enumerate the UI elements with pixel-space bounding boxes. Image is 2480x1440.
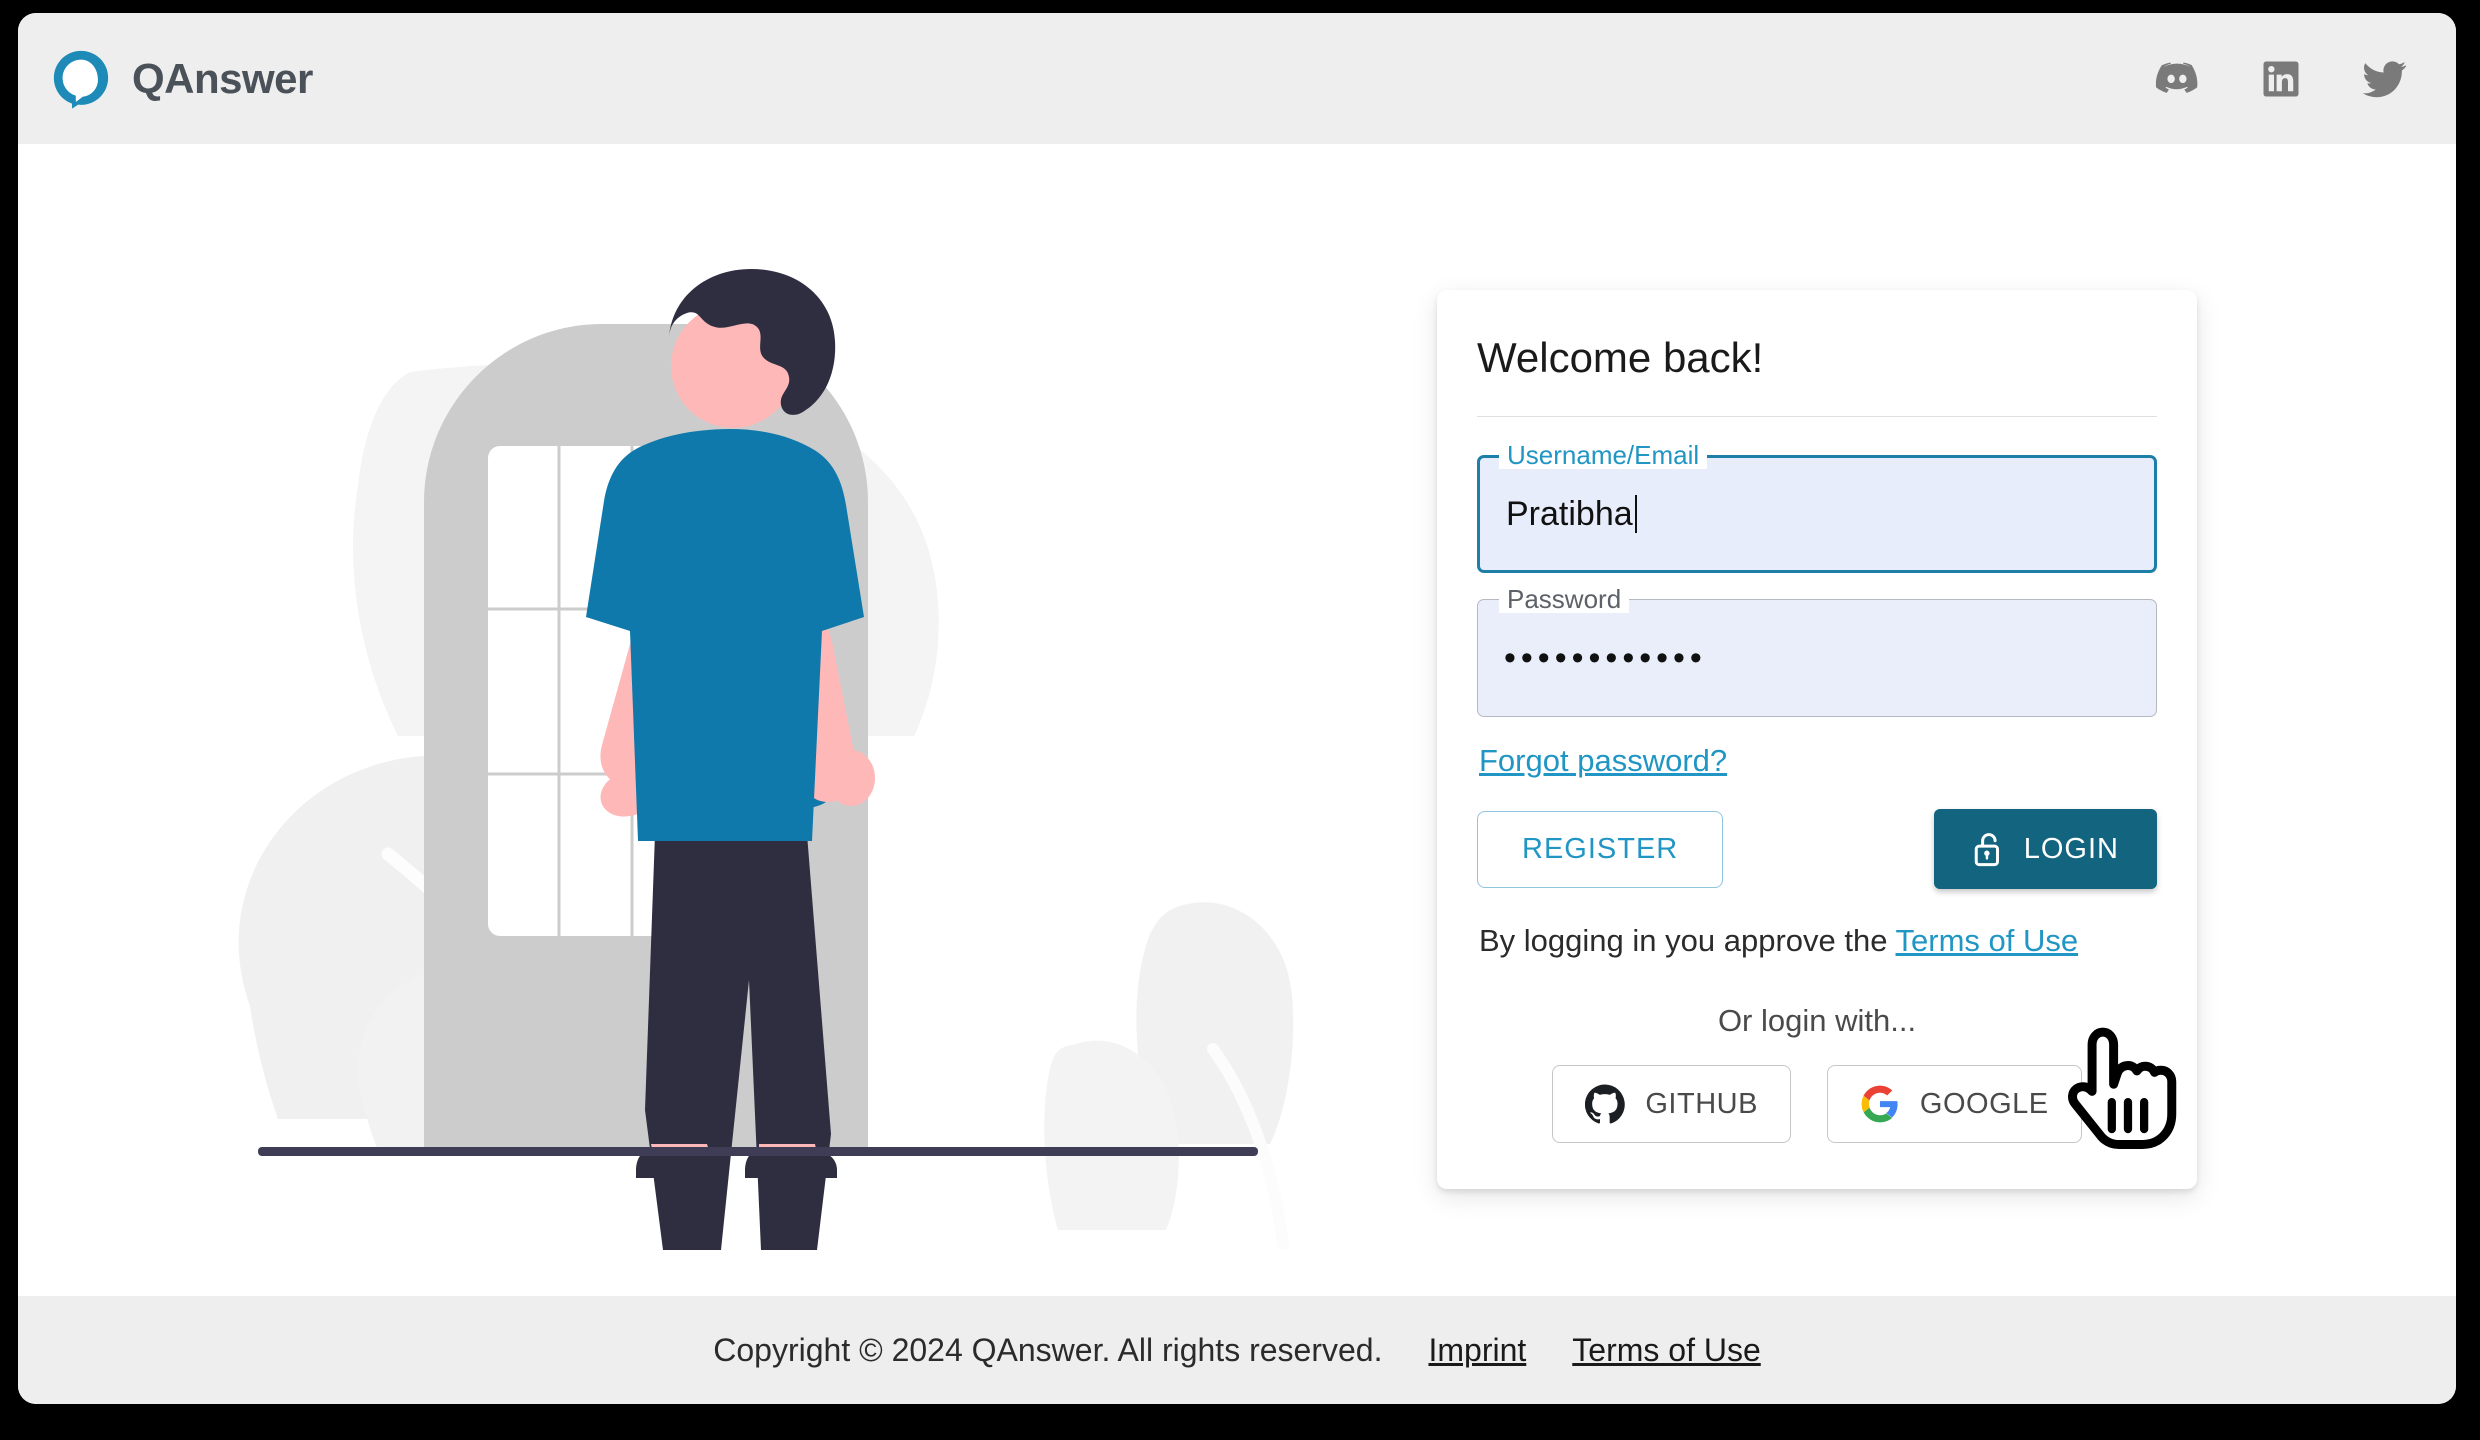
action-buttons-row: REGISTER LOGIN: [1477, 809, 2157, 889]
terms-of-use-link[interactable]: Terms of Use: [1896, 923, 2079, 958]
discord-link[interactable]: [2154, 56, 2200, 102]
browser-viewport: QAnswer Welcome back! Username/Email Pra…: [18, 13, 2456, 1404]
google-login-button[interactable]: GOOGLE: [1826, 1065, 2082, 1143]
card-divider: [1477, 416, 2157, 417]
forgot-password-link[interactable]: Forgot password?: [1479, 743, 1727, 778]
register-button[interactable]: REGISTER: [1477, 810, 1724, 888]
linkedin-icon: [2263, 61, 2299, 96]
brand-name: QAnswer: [132, 54, 313, 102]
person-at-door-illustration: [238, 269, 1294, 1250]
google-icon: [1861, 1085, 1898, 1123]
login-button[interactable]: LOGIN: [1933, 809, 2157, 889]
github-login-button[interactable]: GITHUB: [1552, 1065, 1791, 1143]
main-content: Welcome back! Username/Email Pratibha Pa…: [18, 144, 2456, 1296]
discord-icon: [2155, 62, 2198, 93]
username-field-group[interactable]: Username/Email Pratibha: [1477, 441, 2157, 573]
github-icon: [1585, 1084, 1626, 1124]
twitter-link[interactable]: [2362, 56, 2408, 102]
brand-logo-group[interactable]: QAnswer: [50, 48, 313, 110]
copyright-text: Copyright © 2024 QAnswer. All rights res…: [713, 1331, 1383, 1368]
password-input-value: ••••••••••••: [1504, 638, 1707, 677]
open-padlock-icon: [1974, 833, 1999, 867]
qanswer-speech-bubble-logo: [53, 50, 109, 109]
github-login-label: GITHUB: [1645, 1087, 1758, 1120]
password-field-group[interactable]: Password ••••••••••••: [1477, 585, 2157, 717]
social-links-group: [2154, 56, 2408, 102]
forgot-password-row: Forgot password?: [1479, 743, 2157, 779]
password-field-label: Password: [1499, 585, 1630, 613]
login-button-label: LOGIN: [2023, 832, 2119, 865]
username-input-value: Pratibha: [1506, 494, 1633, 533]
password-input[interactable]: ••••••••••••: [1477, 599, 2157, 717]
twitter-icon: [2362, 60, 2407, 97]
terms-prefix-text: By logging in you approve the: [1479, 923, 1896, 958]
linkedin-link[interactable]: [2258, 56, 2304, 102]
page-footer: Copyright © 2024 QAnswer. All rights res…: [18, 1296, 2456, 1404]
imprint-link[interactable]: Imprint: [1428, 1332, 1526, 1369]
ground-line: [258, 1147, 1258, 1156]
login-card: Welcome back! Username/Email Pratibha Pa…: [1437, 290, 2197, 1189]
or-login-with-label: Or login with...: [1717, 1003, 1917, 1038]
username-input[interactable]: Pratibha: [1477, 455, 2157, 573]
text-caret: [1634, 495, 1637, 533]
footer-terms-of-use-link[interactable]: Terms of Use: [1572, 1332, 1760, 1369]
app-header: QAnswer: [18, 13, 2456, 144]
oauth-buttons-row: GITHUB GOOGLE: [1477, 1065, 2157, 1143]
google-login-label: GOOGLE: [1919, 1087, 2049, 1120]
page-title: Welcome back!: [1477, 334, 1764, 381]
terms-approval-text: By logging in you approve the Terms of U…: [1479, 923, 2157, 959]
username-field-label: Username/Email: [1499, 441, 1708, 469]
